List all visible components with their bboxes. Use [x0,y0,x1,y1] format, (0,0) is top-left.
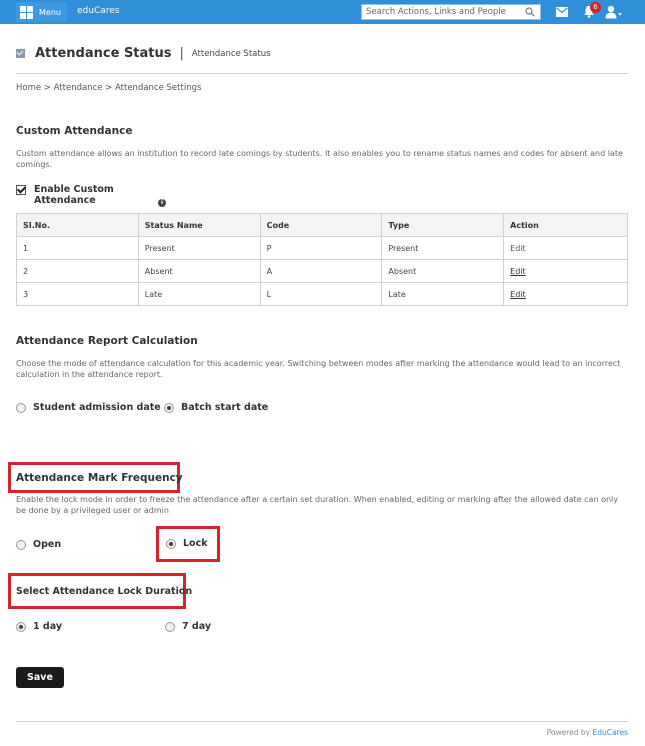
enable-custom-attendance-checkbox[interactable] [16,185,26,195]
grid-icon [20,5,33,19]
radio-option-7-day[interactable]: 7 day [165,621,211,632]
custom-attendance-description: Custom attendance allows an institution … [16,149,623,169]
table-row: 3 Late L Late Edit [16,282,628,306]
cell-sino: 2 [16,259,139,283]
cell-code: L [259,282,383,306]
one-day-label: 1 day [33,621,63,632]
footer: Powered by EduCares [547,728,628,737]
edit-link[interactable]: Edit [510,290,526,299]
radio-option-open[interactable]: Open [16,539,61,550]
lock-label: Lock [183,538,208,549]
radio-option-1-day[interactable]: 1 day [16,621,62,632]
cell-type: Absent [381,259,505,283]
open-radio[interactable] [16,539,26,550]
page-title: Attendance Status [35,46,172,61]
footer-brand-link[interactable]: EduCares [592,728,628,737]
column-header-status-name: Status Name [137,213,261,237]
status-table: SI.No. Status Name Code Type Action 1 Pr… [16,213,628,306]
column-header-action: Action [503,213,628,237]
attendance-check-icon [16,49,25,58]
cell-type: Late [381,282,505,306]
table-row: 1 Present P Present Edit [16,236,628,260]
menu-button[interactable]: Menu [16,2,67,22]
enable-custom-attendance-label: Enable Custom Attendance [34,184,114,206]
powered-by-text: Powered by [546,728,591,737]
radio-option-batch-start-date[interactable]: Batch start date [164,402,268,413]
cell-action: Edit [503,236,628,260]
footer-divider [16,721,628,722]
one-day-radio[interactable] [16,621,26,632]
breadcrumb[interactable]: Home > Attendance > Attendance Settings [16,83,201,93]
cell-sino: 3 [16,282,139,306]
lock-duration-title: Select Attendance Lock Duration [16,586,193,597]
cell-type: Present [381,236,505,260]
top-navigation-bar: Menu eduCares 6 [0,0,645,24]
lock-radio[interactable] [166,538,176,549]
mark-frequency-description: Enable the lock mode in order to freeze … [16,495,618,515]
search-input[interactable] [362,5,522,19]
edit-link[interactable]: Edit [510,244,526,253]
table-row: 2 Absent A Absent Edit [16,259,628,283]
cell-sino: 1 [16,236,139,260]
student-admission-date-radio[interactable] [16,402,26,413]
save-button[interactable]: Save [16,667,64,688]
title-separator: | [179,46,184,61]
batch-start-date-label: Batch start date [181,402,269,413]
seven-day-label: 7 day [182,621,212,632]
column-header-sino: SI.No. [16,213,139,237]
page-header: Attendance Status | Attendance Status [16,46,271,61]
radio-option-lock[interactable]: Lock [166,538,208,549]
cell-code: P [259,236,383,260]
edit-link[interactable]: Edit [510,267,526,276]
global-search [361,4,541,20]
report-calculation-title: Attendance Report Calculation [16,335,198,347]
table-header-row: SI.No. Status Name Code Type Action [16,213,628,237]
cell-status-name: Absent [137,259,261,283]
info-icon[interactable]: i [158,199,166,207]
mark-frequency-title: Attendance Mark Frequency [16,472,183,484]
brand-name[interactable]: eduCares [77,6,119,16]
custom-attendance-title: Custom Attendance [16,125,133,137]
report-calculation-description: Choose the mode of attendance calculatio… [16,359,621,379]
column-header-code: Code [259,213,383,237]
enable-custom-attendance-row: Enable Custom Attendance [16,184,124,206]
seven-day-radio[interactable] [165,621,175,632]
header-divider [16,73,628,74]
cell-code: A [259,259,383,283]
cell-status-name: Late [137,282,261,306]
page-subtitle: Attendance Status [191,48,271,59]
mail-icon[interactable] [556,7,568,17]
cell-action: Edit [503,259,628,283]
student-admission-date-label: Student admission date [33,402,161,413]
radio-option-student-admission-date[interactable]: Student admission date [16,402,161,413]
column-header-type: Type [381,213,505,237]
search-icon[interactable] [525,7,535,17]
batch-start-date-radio[interactable] [164,402,174,413]
cell-action: Edit [503,282,628,306]
user-menu-icon[interactable] [605,5,623,19]
notification-count-badge: 6 [590,2,601,13]
cell-status-name: Present [137,236,261,260]
menu-label: Menu [39,7,61,17]
open-label: Open [33,539,62,550]
